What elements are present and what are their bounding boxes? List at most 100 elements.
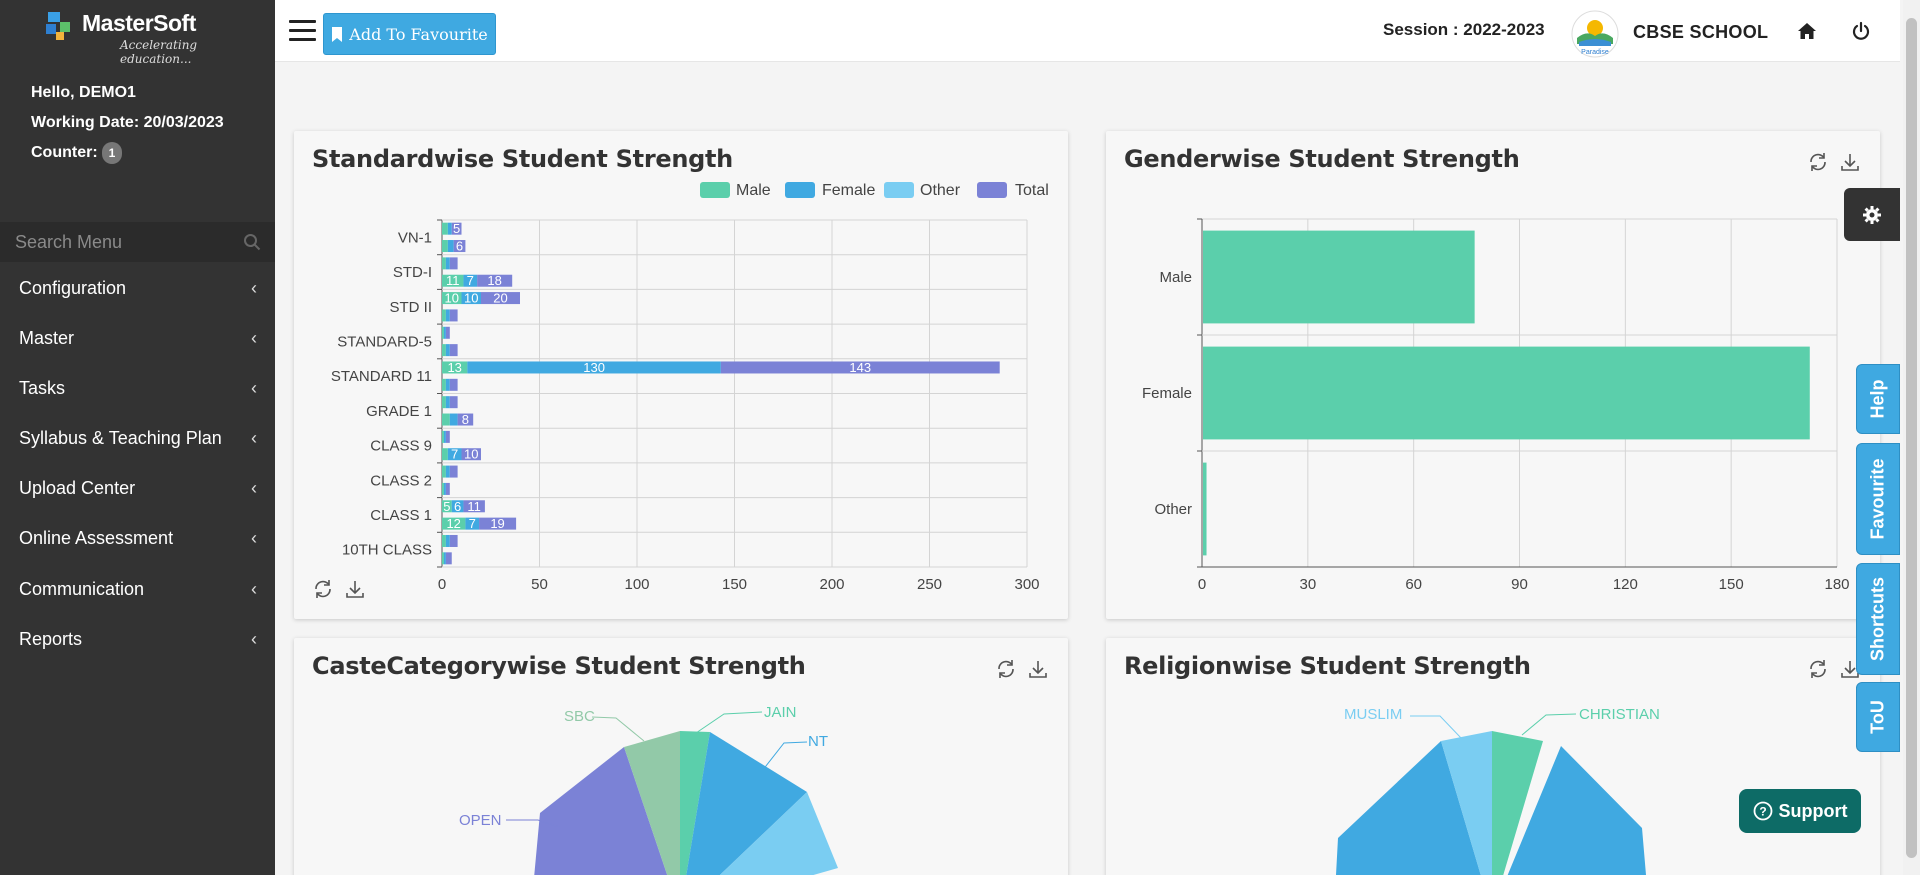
x-tick-label: 60 xyxy=(1405,576,1422,593)
working-date: Working Date: 20/03/2023 xyxy=(31,114,224,131)
legend-label: Other xyxy=(920,182,961,199)
bar-data-label: 6 xyxy=(456,239,463,254)
shortcuts-tab[interactable]: Shortcuts xyxy=(1856,563,1900,675)
chart-legend: Male Female Other Total xyxy=(700,182,1049,199)
tou-tab[interactable]: ToU xyxy=(1856,682,1900,752)
search-icon[interactable] xyxy=(243,233,261,251)
bar-male xyxy=(442,448,448,461)
menu-item-syllabus[interactable]: Syllabus & Teaching Plan ‹ xyxy=(0,416,275,466)
settings-tab[interactable] xyxy=(1844,188,1900,241)
menu-item-master[interactable]: Master ‹ xyxy=(0,316,275,366)
favourite-tab-label: Favourite xyxy=(1867,458,1888,540)
search-menu-input[interactable] xyxy=(15,228,235,256)
bar-data-label: 13 xyxy=(447,360,461,375)
add-to-favourite-button[interactable]: Add To Favourite xyxy=(323,13,496,55)
svg-text:?: ? xyxy=(1759,805,1766,819)
chevron-left-icon: ‹ xyxy=(251,378,257,399)
legend-swatch-other xyxy=(884,182,914,198)
menu-item-label: Upload Center xyxy=(19,478,136,499)
bar-male xyxy=(442,534,446,547)
y-category-label: Male xyxy=(1159,269,1192,286)
support-label: Support xyxy=(1778,800,1848,821)
bar-total xyxy=(449,309,458,322)
bar-male xyxy=(442,222,448,235)
page-scrollbar[interactable] xyxy=(1903,0,1920,875)
y-category-label: CLASS 9 xyxy=(370,438,432,455)
school-logo-text: Paradise xyxy=(1581,49,1609,56)
x-tick-label: 150 xyxy=(722,576,747,593)
support-button[interactable]: ? Support xyxy=(1739,789,1861,833)
bar-male xyxy=(442,326,444,339)
bar-data-label: 19 xyxy=(490,516,504,531)
bar-data-label: 10 xyxy=(464,291,478,306)
pie-label: OPEN xyxy=(459,812,502,829)
counter-badge: 1 xyxy=(101,141,123,164)
pie-label: MUSLIM xyxy=(1344,706,1402,723)
menu-item-communication[interactable]: Communication ‹ xyxy=(0,567,275,617)
bar-total xyxy=(445,482,450,495)
x-tick-label: 250 xyxy=(917,576,942,593)
legend-swatch-male xyxy=(700,182,730,198)
menu-item-label: Configuration xyxy=(19,278,127,298)
panel-genderwise: Genderwise Student Strength Male Female Ot… xyxy=(1106,131,1880,619)
bar-female xyxy=(445,344,450,357)
bar-data-label: 7 xyxy=(451,447,458,462)
bar-data-label: 7 xyxy=(469,516,476,531)
bar-female xyxy=(445,396,450,409)
scroll-thumb[interactable] xyxy=(1906,18,1917,858)
x-tick-label: 100 xyxy=(624,576,649,593)
x-tick-label: 200 xyxy=(819,576,844,593)
y-category-label: CLASS 2 xyxy=(370,472,432,489)
school-logo: Paradise xyxy=(1571,10,1619,58)
download-icon[interactable] xyxy=(344,578,366,600)
pie-label: NT xyxy=(808,733,828,750)
help-circle-icon: ? xyxy=(1753,801,1772,821)
x-tick-label: 300 xyxy=(1014,576,1039,593)
chevron-left-icon: ‹ xyxy=(251,428,257,449)
panel-religion: Religionwise Student Strength CHRISTIAN … xyxy=(1106,638,1880,875)
x-tick-label: 30 xyxy=(1299,576,1316,593)
sidebar: MasterSoft Accelerating education... Hel… xyxy=(0,0,275,875)
home-icon[interactable] xyxy=(1797,21,1817,41)
gear-icon xyxy=(1863,205,1881,224)
refresh-icon[interactable] xyxy=(312,578,334,600)
bar-total xyxy=(445,430,450,443)
mastersoft-logo[interactable]: MasterSoft Accelerating education... xyxy=(42,6,242,66)
menu-item-label: Communication xyxy=(19,578,145,599)
menu-item-label: Syllabus & Teaching Plan xyxy=(19,428,222,449)
school-name: CBSE SCHOOL xyxy=(1633,22,1769,42)
menu-item-label: Tasks xyxy=(19,378,66,399)
bar-data-label: 5 xyxy=(443,499,450,514)
brand-tagline: Accelerating education... xyxy=(120,38,198,66)
y-category-label: Female xyxy=(1142,385,1192,402)
menu-item-reports[interactable]: Reports ‹ xyxy=(0,617,275,667)
y-category-label: VN-1 xyxy=(398,229,432,246)
power-icon[interactable] xyxy=(1851,21,1871,41)
help-tab[interactable]: Help xyxy=(1856,364,1900,434)
legend-label: Female xyxy=(822,182,875,199)
bar-female xyxy=(443,326,446,339)
bar-male xyxy=(442,413,450,426)
bar-data-label: 8 xyxy=(462,412,469,427)
chevron-left-icon: ‹ xyxy=(251,328,257,349)
x-tick-label: 0 xyxy=(438,576,446,593)
y-category-label: STD II xyxy=(389,299,432,316)
bar-data-label: 6 xyxy=(454,499,461,514)
bar-female xyxy=(449,413,458,426)
panel-standardwise: Standardwise Student Strength Male Femal… xyxy=(294,131,1068,619)
bar-male xyxy=(442,309,446,322)
menu-item-upload-center[interactable]: Upload Center ‹ xyxy=(0,466,275,516)
bar-female xyxy=(445,309,450,322)
favourite-tab[interactable]: Favourite xyxy=(1856,443,1900,555)
genderwise-chart: Male Female Other 0 30 60 90 120 150 180 xyxy=(1142,218,1850,593)
counter-row: Counter: 1 xyxy=(31,138,224,168)
bar-female xyxy=(445,534,450,547)
chevron-left-icon: ‹ xyxy=(251,478,257,499)
hamburger-menu-icon[interactable] xyxy=(289,20,316,42)
user-info: Hello, DEMO1 Working Date: 20/03/2023 Co… xyxy=(31,78,224,168)
menu-item-tasks[interactable]: Tasks ‹ xyxy=(0,366,275,416)
x-tick-label: 90 xyxy=(1511,576,1528,593)
menu-item-configuration[interactable]: Configuration ‹ xyxy=(0,266,275,316)
menu-item-online-assessment[interactable]: Online Assessment ‹ xyxy=(0,516,275,566)
bar-data-label: 11 xyxy=(467,499,481,514)
